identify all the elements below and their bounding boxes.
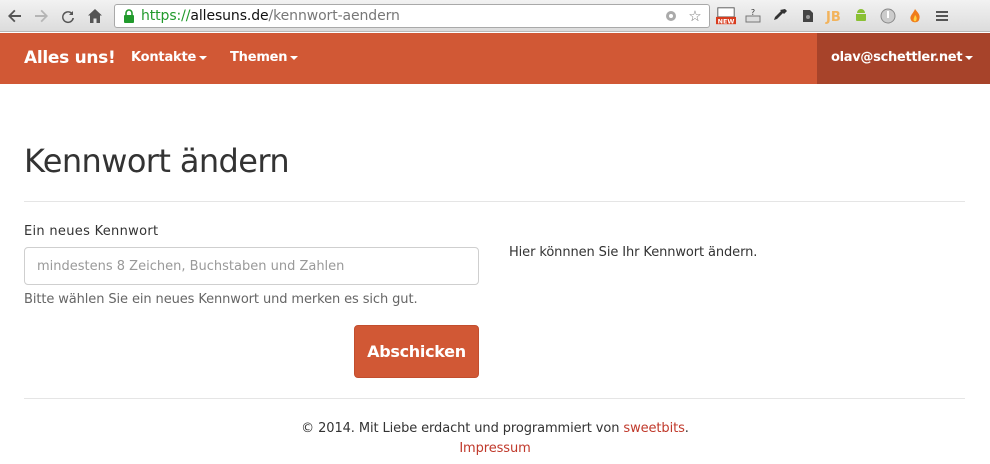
caret-down-icon (199, 55, 208, 60)
extension-help-icon[interactable]: ? (743, 6, 763, 26)
user-menu-dropdown[interactable]: olav@schettler.net (817, 33, 990, 84)
lock-icon (121, 8, 137, 24)
bookmark-star-icon[interactable]: ☆ (685, 6, 705, 26)
extension-new-icon[interactable]: NEW (716, 6, 736, 26)
browser-toolbar: https://allesuns.de/kennwort-aendern ☆ N… (0, 0, 990, 32)
brand-link[interactable]: Alles uns! (24, 48, 116, 68)
submit-button[interactable]: Abschicken (354, 325, 479, 378)
forward-icon[interactable] (30, 5, 52, 27)
caret-down-icon (290, 55, 299, 60)
nav-themen-label: Themen (230, 50, 288, 65)
page-action-gear-icon[interactable] (661, 6, 681, 26)
jb-extension-icon[interactable]: JB (824, 6, 844, 26)
footer-text-end: . (684, 421, 689, 436)
user-email: olav@schettler.net (831, 50, 963, 65)
firebug-icon[interactable] (905, 6, 925, 26)
nav-kontakte-label: Kontakte (131, 50, 197, 65)
svg-text:?: ? (751, 8, 755, 17)
back-icon[interactable] (4, 5, 26, 27)
nav-themen-dropdown[interactable]: Themen (230, 50, 299, 65)
chrome-menu-icon[interactable] (932, 6, 952, 26)
caret-down-icon (965, 55, 974, 60)
password-label: Ein neues Kennwort (24, 224, 159, 239)
svg-text:NEW: NEW (718, 18, 735, 25)
page-title: Kennwort ändern (24, 142, 290, 180)
footer-copyright: © 2014. Mit Liebe erdacht und programmie… (0, 421, 990, 436)
home-icon[interactable] (84, 5, 106, 27)
impressum-link[interactable]: Impressum (459, 441, 530, 456)
divider (24, 201, 965, 202)
eyedropper-icon[interactable] (770, 6, 790, 26)
address-bar[interactable]: https://allesuns.de/kennwort-aendern ☆ (114, 4, 710, 28)
svg-text:JB: JB (825, 10, 841, 24)
sweetbits-link[interactable]: sweetbits (623, 421, 684, 436)
reload-icon[interactable] (57, 5, 79, 27)
divider (24, 398, 965, 399)
footer-impressum-row: Impressum (0, 441, 990, 456)
android-icon[interactable] (851, 6, 871, 26)
password-help-text: Bitte wählen Sie ein neues Kennwort und … (24, 292, 418, 307)
url-text: https://allesuns.de/kennwort-aendern (141, 8, 400, 24)
site-navbar: Alles uns! Kontakte Themen olav@schettle… (0, 33, 990, 84)
side-note: Hier könnnen Sie Ihr Kennwort ändern. (509, 245, 758, 260)
footer-text: © 2014. Mit Liebe erdacht und programmie… (301, 421, 624, 436)
nav-kontakte-dropdown[interactable]: Kontakte (131, 50, 208, 65)
new-password-input[interactable] (24, 247, 479, 285)
evernote-icon[interactable] (797, 6, 817, 26)
privacy-badge-icon[interactable] (878, 6, 898, 26)
